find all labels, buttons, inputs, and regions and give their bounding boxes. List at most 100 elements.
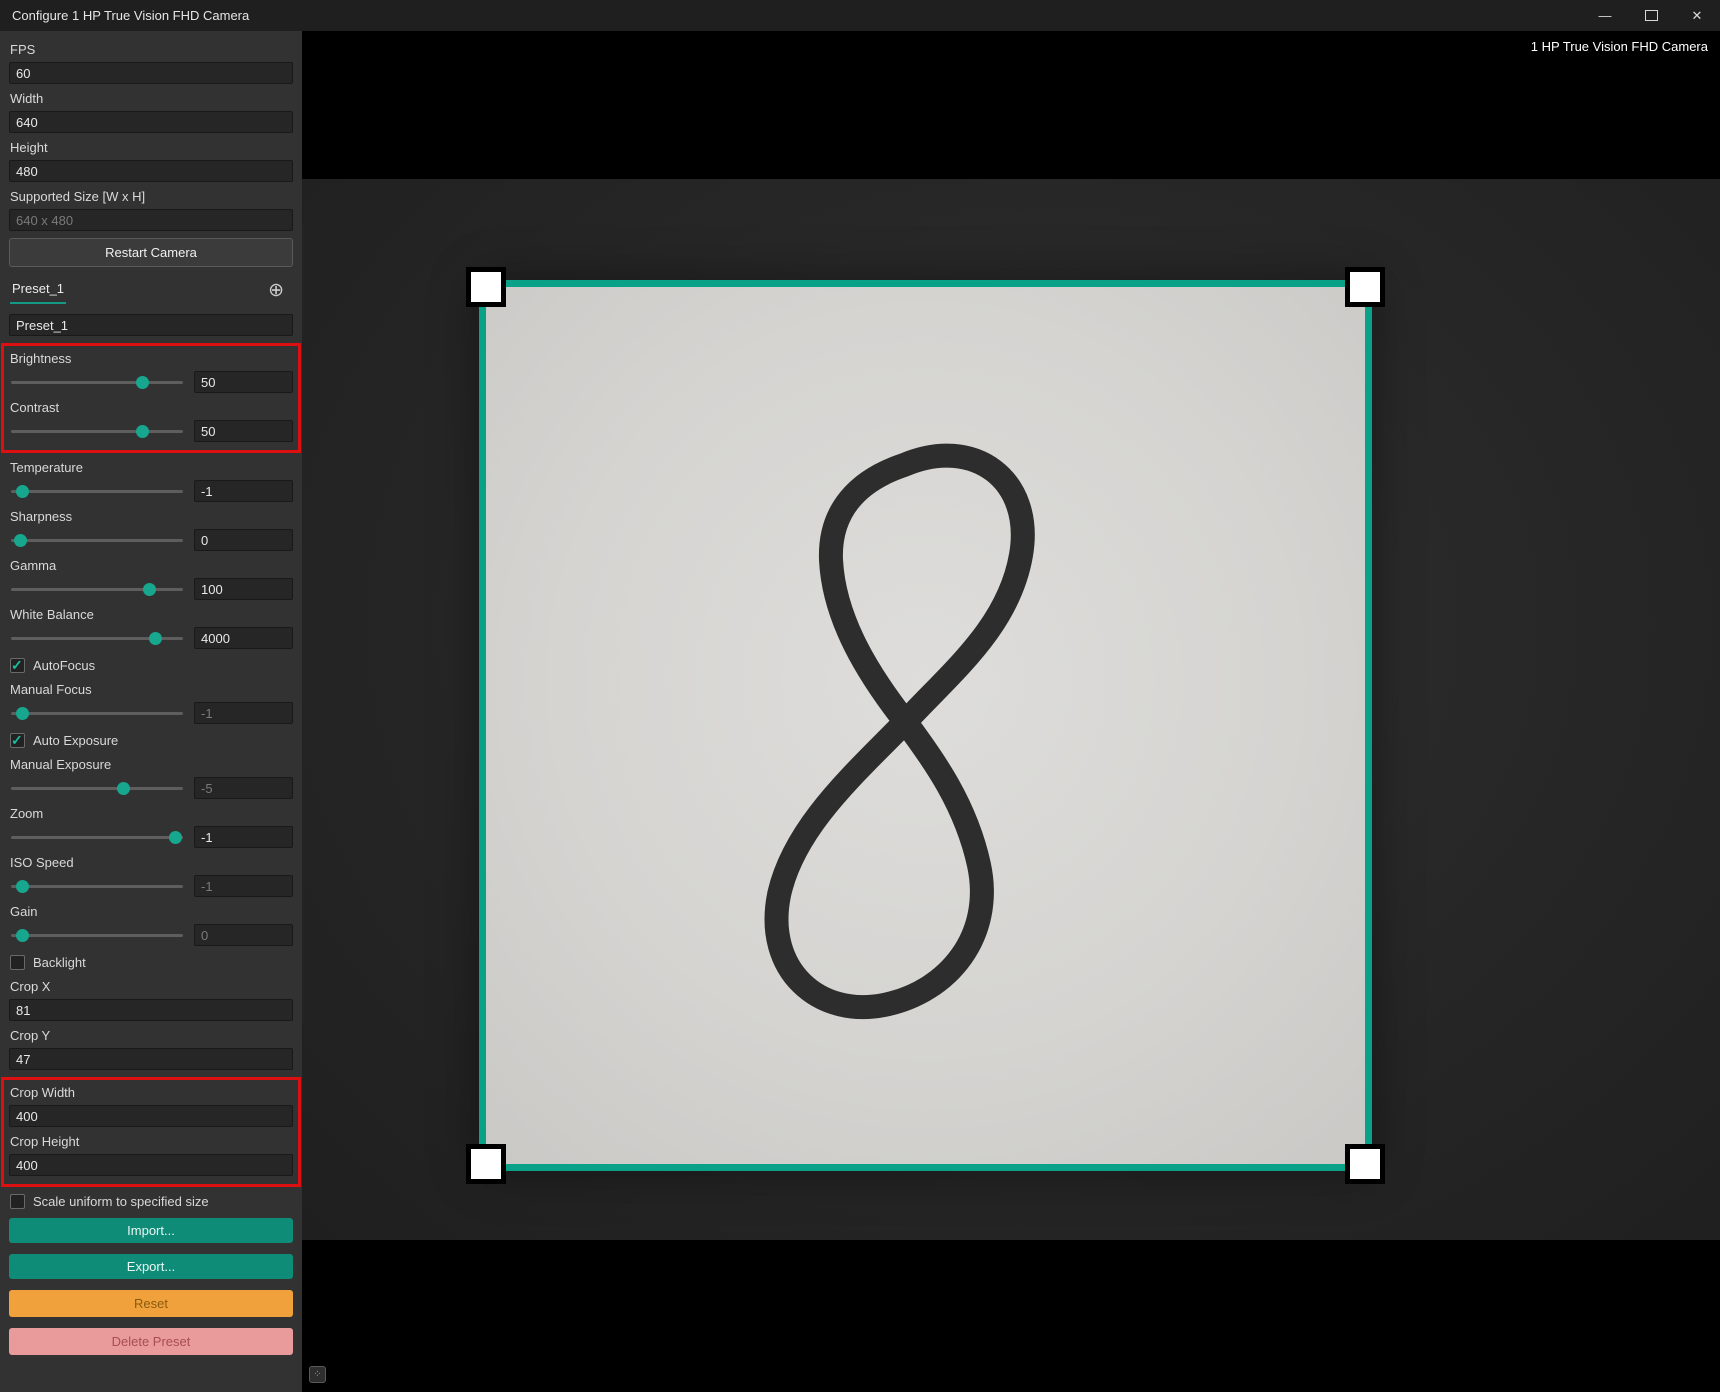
contrast-control: Contrast [9,400,293,442]
gain-slider[interactable] [9,927,185,944]
crop-width-input[interactable] [9,1105,293,1127]
width-input[interactable] [9,111,293,133]
crop-handle-top-right[interactable] [1345,267,1385,307]
fps-field: FPS [9,42,293,84]
backlight-checkbox[interactable]: ✓ [10,955,25,970]
slider-track [11,490,183,493]
import-button[interactable]: Import... [9,1218,293,1243]
preset-name-field [9,314,293,336]
brightness-label: Brightness [10,351,293,367]
brightness-slider[interactable] [9,374,185,391]
settings-sidebar: FPS Width Height Supported Size [W x H] … [0,31,302,1392]
height-input[interactable] [9,160,293,182]
letterbox-bottom [302,1240,1720,1392]
manual-focus-label: Manual Focus [10,682,293,698]
close-button[interactable]: ✕ [1674,0,1720,31]
contrast-label: Contrast [10,400,293,416]
backlight-checkbox-row[interactable]: ✓ Backlight [10,955,292,970]
gain-label: Gain [10,904,293,920]
manual-focus-slider[interactable] [9,705,185,722]
white-balance-control: White Balance [9,607,293,649]
gamma-control: Gamma [9,558,293,600]
gamma-slider[interactable] [9,581,185,598]
slider-track [11,787,183,790]
crop-height-label: Crop Height [10,1134,293,1150]
slider-handle[interactable] [169,831,182,844]
temperature-slider[interactable] [9,483,185,500]
slider-handle[interactable] [149,632,162,645]
slider-handle[interactable] [16,929,29,942]
crop-y-field: Crop Y [9,1028,293,1070]
supported-size-label: Supported Size [W x H] [10,189,293,205]
crop-handle-top-left[interactable] [466,267,506,307]
slider-track [11,430,183,433]
sharpness-value-input[interactable] [194,529,293,551]
titlebar: Configure 1 HP True Vision FHD Camera — … [0,0,1720,31]
slider-handle[interactable] [16,485,29,498]
supported-size-input [9,209,293,231]
video-frame [302,179,1720,1240]
height-field: Height [9,140,293,182]
scale-uniform-checkbox[interactable]: ✓ [10,1194,25,1209]
slider-track [11,934,183,937]
reset-button[interactable]: Reset [9,1290,293,1317]
white-balance-label: White Balance [10,607,293,623]
sharpness-slider[interactable] [9,532,185,549]
crop-y-input[interactable] [9,1048,293,1070]
minimize-button[interactable]: — [1582,0,1628,31]
crop-rectangle[interactable] [479,280,1372,1171]
temperature-value-input[interactable] [194,480,293,502]
crop-handle-bottom-right[interactable] [1345,1144,1385,1184]
slider-handle[interactable] [14,534,27,547]
zoom-label: Zoom [10,806,293,822]
scale-uniform-checkbox-row[interactable]: ✓ Scale uniform to specified size [10,1194,292,1209]
zoom-value-input[interactable] [194,826,293,848]
manual-exposure-label: Manual Exposure [10,757,293,773]
restart-camera-button[interactable]: Restart Camera [9,238,293,267]
iso-speed-control: ISO Speed [9,855,293,897]
preset-name-input[interactable] [9,314,293,336]
add-preset-icon[interactable]: ⊕ [268,281,292,300]
window-title: Configure 1 HP True Vision FHD Camera [0,8,249,23]
autofocus-checkbox-row[interactable]: ✓ AutoFocus [10,658,292,673]
contrast-slider[interactable] [9,423,185,440]
manual-exposure-slider[interactable] [9,780,185,797]
crop-x-field: Crop X [9,979,293,1021]
export-button[interactable]: Export... [9,1254,293,1279]
auto-exposure-checkbox-row[interactable]: ✓ Auto Exposure [10,733,292,748]
maximize-button[interactable] [1628,0,1674,31]
iso-speed-slider[interactable] [9,878,185,895]
white-balance-slider[interactable] [9,630,185,647]
resize-grip[interactable]: ⁘ [309,1366,326,1383]
zoom-slider[interactable] [9,829,185,846]
sharpness-control: Sharpness [9,509,293,551]
gain-value-input [194,924,293,946]
auto-exposure-checkbox[interactable]: ✓ [10,733,25,748]
slider-handle[interactable] [136,376,149,389]
crop-height-input[interactable] [9,1154,293,1176]
delete-preset-button[interactable]: Delete Preset [9,1328,293,1355]
sharpness-label: Sharpness [10,509,293,525]
iso-speed-value-input [194,875,293,897]
slider-track [11,381,183,384]
brightness-value-input[interactable] [194,371,293,393]
contrast-value-input[interactable] [194,420,293,442]
annotation-brightness-contrast: Brightness Contrast [1,343,301,453]
autofocus-checkbox[interactable]: ✓ [10,658,25,673]
crop-width-field: Crop Width [9,1085,293,1127]
brightness-control: Brightness [9,351,293,393]
tab-preset-1[interactable]: Preset_1 [10,277,66,304]
crop-x-input[interactable] [9,999,293,1021]
white-balance-value-input[interactable] [194,627,293,649]
slider-handle[interactable] [117,782,130,795]
gamma-value-input[interactable] [194,578,293,600]
slider-handle[interactable] [16,880,29,893]
maximize-icon [1645,10,1658,21]
slider-handle[interactable] [16,707,29,720]
fps-input[interactable] [9,62,293,84]
crop-handle-bottom-left[interactable] [466,1144,506,1184]
slider-handle[interactable] [136,425,149,438]
slider-handle[interactable] [143,583,156,596]
gamma-label: Gamma [10,558,293,574]
slider-track [11,712,183,715]
